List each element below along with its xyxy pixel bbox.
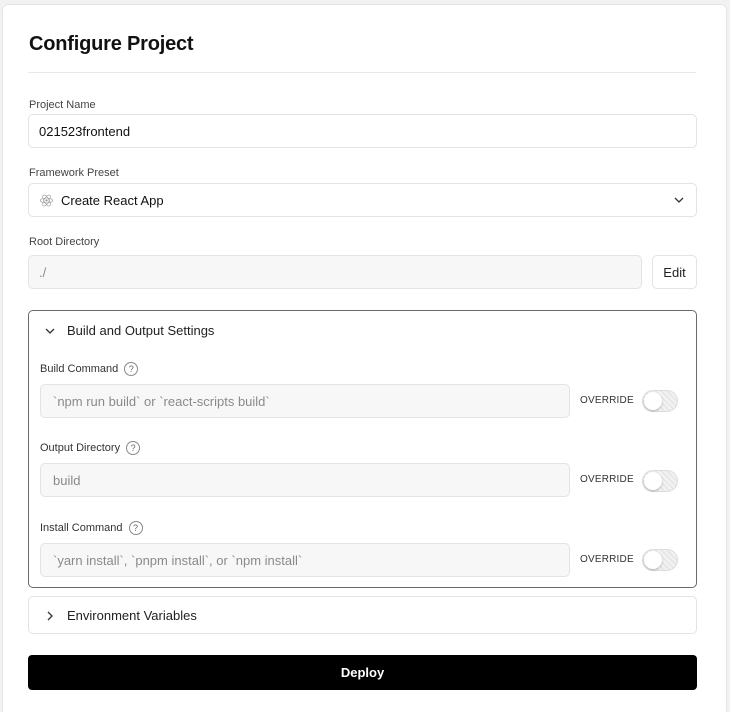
install-command-placeholder: `yarn install`, `pnpm install`, or `npm … xyxy=(53,552,303,568)
root-directory-label: Root Directory xyxy=(29,236,100,248)
install-command-override-toggle[interactable] xyxy=(642,549,678,571)
toggle-knob xyxy=(644,472,662,490)
output-directory-override-toggle[interactable] xyxy=(642,470,678,492)
framework-preset-value: Create React App xyxy=(61,192,164,208)
react-icon xyxy=(39,193,54,208)
environment-variables-toggle[interactable]: Environment Variables xyxy=(43,608,197,623)
install-command-input: `yarn install`, `pnpm install`, or `npm … xyxy=(40,543,570,577)
root-directory-input: ./ xyxy=(28,255,642,289)
build-command-label-row: Build Command ? xyxy=(40,362,139,376)
output-directory-placeholder: build xyxy=(53,472,81,488)
output-directory-label-row: Output Directory ? xyxy=(40,441,141,455)
output-directory-override-label: OVERRIDE xyxy=(580,474,634,485)
toggle-knob xyxy=(644,392,662,410)
build-command-override-label: OVERRIDE xyxy=(580,395,634,406)
help-icon[interactable]: ? xyxy=(126,441,141,455)
title-divider xyxy=(28,72,696,73)
install-command-label-row: Install Command ? xyxy=(40,521,143,535)
build-command-override-toggle[interactable] xyxy=(642,390,678,412)
environment-variables-title: Environment Variables xyxy=(67,608,197,623)
framework-preset-label: Framework Preset xyxy=(29,167,119,179)
output-directory-label: Output Directory xyxy=(40,442,121,454)
project-name-label: Project Name xyxy=(29,99,96,111)
build-output-settings-title: Build and Output Settings xyxy=(67,323,215,338)
toggle-knob xyxy=(644,551,662,569)
deploy-button[interactable]: Deploy xyxy=(28,655,697,690)
project-name-value: 021523frontend xyxy=(39,123,131,139)
build-command-label: Build Command xyxy=(40,363,119,375)
install-command-override-label: OVERRIDE xyxy=(580,554,634,565)
page-title: Configure Project xyxy=(29,33,194,55)
project-name-input[interactable]: 021523frontend xyxy=(28,114,697,148)
help-icon[interactable]: ? xyxy=(124,362,139,376)
chevron-down-icon xyxy=(673,194,685,206)
build-command-input: `npm run build` or `react-scripts build` xyxy=(40,384,570,418)
install-command-label: Install Command xyxy=(40,522,123,534)
edit-root-directory-button[interactable]: Edit xyxy=(652,255,697,289)
help-icon[interactable]: ? xyxy=(128,521,143,535)
chevron-down-icon xyxy=(43,324,57,338)
build-output-settings-toggle[interactable]: Build and Output Settings xyxy=(43,323,214,338)
output-directory-input: build xyxy=(40,463,570,497)
root-directory-value: ./ xyxy=(39,264,47,280)
chevron-right-icon xyxy=(43,609,57,623)
build-command-placeholder: `npm run build` or `react-scripts build` xyxy=(53,393,270,409)
framework-preset-select[interactable]: Create React App xyxy=(28,183,697,217)
